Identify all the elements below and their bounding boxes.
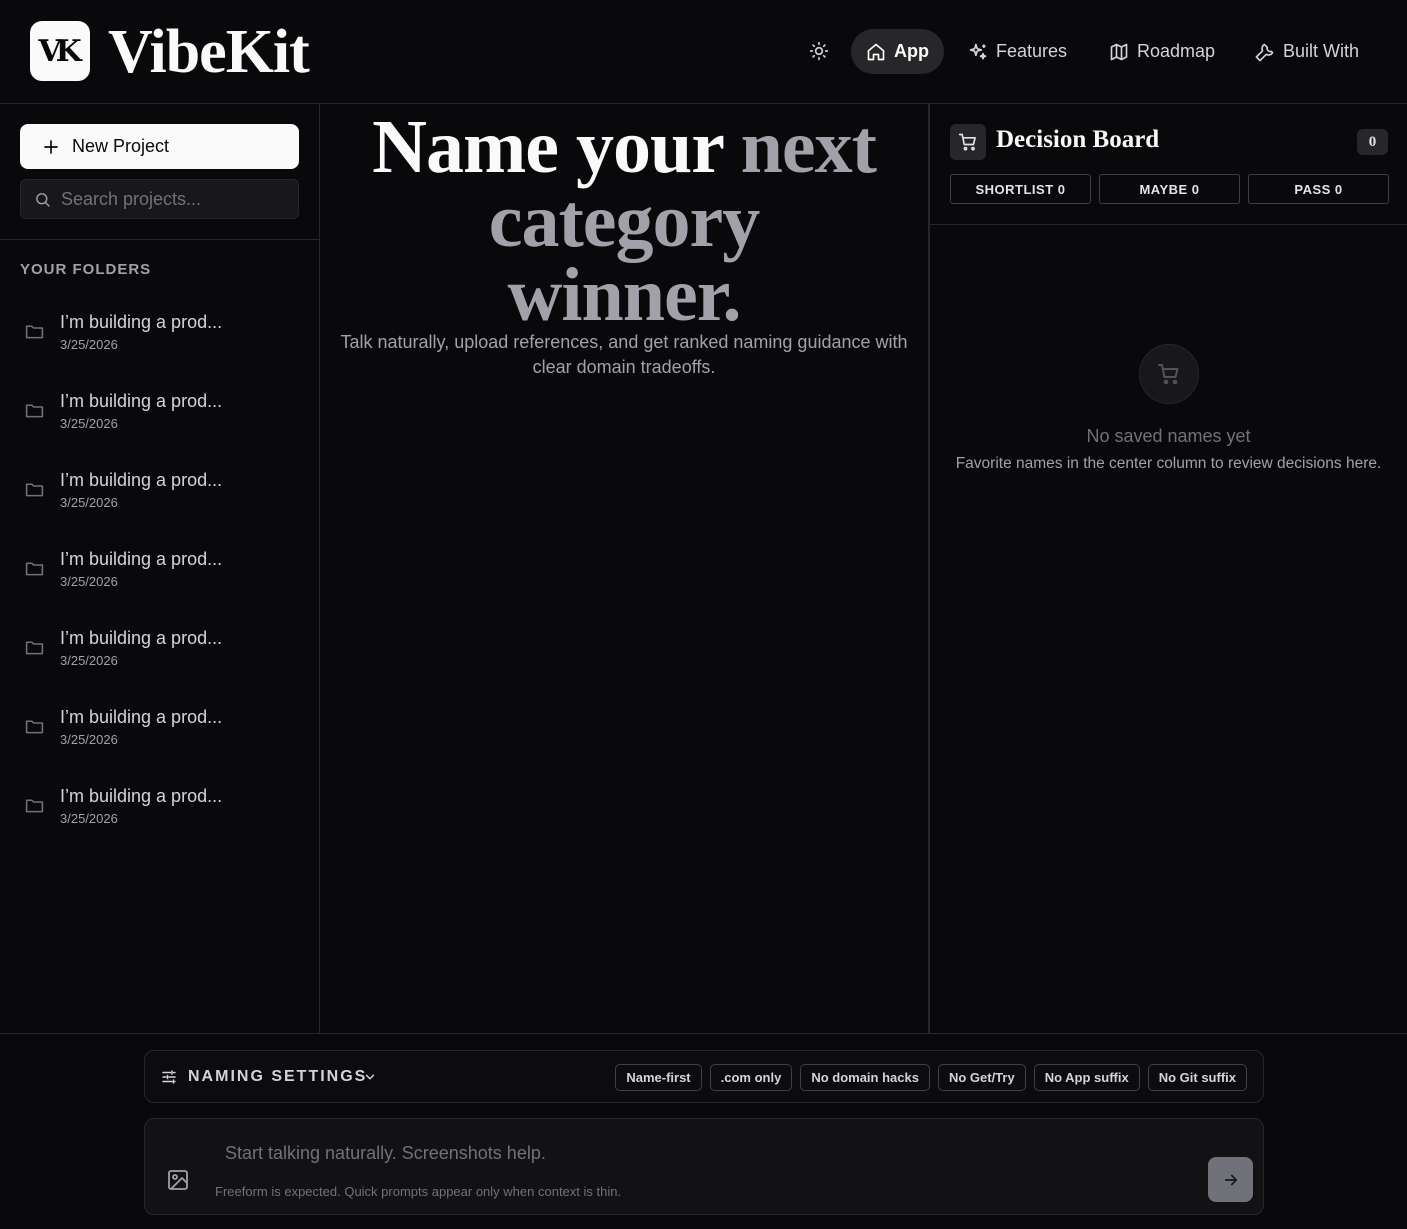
new-project-button[interactable]: New Project xyxy=(20,124,299,169)
hero-subtitle: Talk naturally, upload references, and g… xyxy=(340,332,908,377)
folders-heading: YOUR FOLDERS xyxy=(20,261,152,278)
bottom-bar: NAMING SETTINGS Name-first .com only No … xyxy=(0,1033,1407,1229)
folder-date: 3/25/2026 xyxy=(60,416,118,431)
chip-no-app-suffix[interactable]: No App suffix xyxy=(1033,1064,1140,1091)
chat-composer: Freeform is expected. Quick prompts appe… xyxy=(144,1118,1264,1215)
chip-no-get-try[interactable]: No Get/Try xyxy=(937,1064,1026,1091)
search-box[interactable] xyxy=(20,179,299,219)
folder-title: I’m building a prod... xyxy=(60,628,223,648)
nav-roadmap[interactable]: Roadmap xyxy=(1094,29,1230,74)
cart-icon xyxy=(1158,364,1179,385)
chip-no-domain-hacks[interactable]: No domain hacks xyxy=(800,1064,930,1091)
tab-pass[interactable]: PASS 0 xyxy=(1248,174,1389,204)
folder-icon xyxy=(25,325,44,339)
board-divider xyxy=(930,224,1407,225)
main-content: Name your next category winner. Talk nat… xyxy=(320,104,928,1034)
hero-text-line2: category xyxy=(488,179,761,263)
folder-item[interactable]: I’m building a prod... 3/25/2026 xyxy=(0,539,319,618)
empty-state-title: No saved names yet xyxy=(1086,426,1251,446)
chip-name-first[interactable]: Name-first xyxy=(615,1064,702,1091)
cart-icon xyxy=(958,133,976,151)
folder-item[interactable]: I’m building a prod... 3/25/2026 xyxy=(0,302,319,381)
chevron-down-icon[interactable] xyxy=(363,1070,377,1084)
sliders-icon[interactable] xyxy=(160,1068,178,1086)
folder-date: 3/25/2026 xyxy=(60,495,118,510)
folder-list: I’m building a prod... 3/25/2026 I’m bui… xyxy=(0,302,319,855)
hero-text-white: Name your xyxy=(372,105,741,189)
settings-chips: Name-first .com only No domain hacks No … xyxy=(615,1064,1247,1091)
logo[interactable]: VK xyxy=(30,21,90,81)
folder-date: 3/25/2026 xyxy=(60,811,118,826)
folder-title: I’m building a prod... xyxy=(60,470,223,490)
naming-settings-bar: NAMING SETTINGS Name-first .com only No … xyxy=(144,1050,1264,1103)
map-icon xyxy=(1110,43,1128,60)
chip-no-git-suffix[interactable]: No Git suffix xyxy=(1147,1064,1247,1091)
search-input[interactable] xyxy=(61,188,281,210)
plus-icon xyxy=(44,139,58,154)
logo-mark: VK xyxy=(38,33,81,69)
arrow-right-icon xyxy=(1224,1174,1237,1185)
hero-text-line3: winner. xyxy=(507,253,741,337)
nav-app[interactable]: App xyxy=(851,29,944,74)
empty-state-subtitle: Favorite names in the center column to r… xyxy=(955,455,1382,472)
composer-hint: Freeform is expected. Quick prompts appe… xyxy=(215,1184,622,1199)
sidebar-divider xyxy=(0,239,319,240)
folder-title: I’m building a prod... xyxy=(60,707,223,727)
top-header: VK VibeKit App Features Roadmap Built Wi… xyxy=(0,0,1407,104)
tab-shortlist[interactable]: SHORTLIST 0 xyxy=(950,174,1091,204)
folder-icon xyxy=(25,799,44,813)
folder-title: I’m building a prod... xyxy=(60,549,223,569)
sparkles-icon xyxy=(969,43,987,60)
folder-item[interactable]: I’m building a prod... 3/25/2026 xyxy=(0,381,319,460)
folder-icon xyxy=(25,404,44,418)
chip-com-only[interactable]: .com only xyxy=(709,1064,793,1091)
sidebar: New Project YOUR FOLDERS I’m building a … xyxy=(0,104,320,1034)
board-tabs: SHORTLIST 0 MAYBE 0 PASS 0 xyxy=(950,174,1389,204)
naming-settings-toggle[interactable]: NAMING SETTINGS xyxy=(188,1068,367,1086)
hero-heading: Name your next category winner. xyxy=(320,104,928,333)
empty-state-icon-box xyxy=(1139,344,1199,404)
nav-built-with-label: Built With xyxy=(1283,41,1360,61)
folder-item[interactable]: I’m building a prod... 3/25/2026 xyxy=(0,697,319,776)
hero-text-gray: next xyxy=(740,105,877,189)
new-project-label: New Project xyxy=(72,136,170,156)
nav-app-label: App xyxy=(894,41,929,61)
search-icon xyxy=(36,192,50,207)
folder-icon xyxy=(25,641,44,655)
theme-toggle-button[interactable] xyxy=(804,36,834,66)
nav-built-with[interactable]: Built With xyxy=(1240,29,1374,74)
brand-name[interactable]: VibeKit xyxy=(108,18,310,86)
folder-item[interactable]: I’m building a prod... 3/25/2026 xyxy=(0,618,319,697)
folder-item[interactable]: I’m building a prod... 3/25/2026 xyxy=(0,460,319,539)
send-button[interactable] xyxy=(1208,1157,1253,1202)
board-title: Decision Board xyxy=(996,126,1160,153)
folder-date: 3/25/2026 xyxy=(60,574,118,589)
nav-roadmap-label: Roadmap xyxy=(1137,41,1216,61)
nav-features-label: Features xyxy=(996,41,1068,61)
folder-icon xyxy=(25,720,44,734)
decision-board-panel: Decision Board 0 SHORTLIST 0 MAYBE 0 PAS… xyxy=(928,104,1407,1034)
image-upload-icon[interactable] xyxy=(166,1168,190,1192)
sun-icon xyxy=(809,41,829,61)
message-input[interactable] xyxy=(225,1143,1185,1171)
board-count-badge: 0 xyxy=(1357,129,1388,155)
folder-icon xyxy=(25,483,44,497)
folder-date: 3/25/2026 xyxy=(60,337,118,352)
folder-date: 3/25/2026 xyxy=(60,732,118,747)
home-icon xyxy=(867,43,885,60)
folder-date: 3/25/2026 xyxy=(60,653,118,668)
board-icon-box xyxy=(950,124,986,160)
folder-title: I’m building a prod... xyxy=(60,312,223,332)
folder-icon xyxy=(25,562,44,576)
tab-maybe[interactable]: MAYBE 0 xyxy=(1099,174,1240,204)
folder-title: I’m building a prod... xyxy=(60,786,223,806)
wrench-icon xyxy=(1255,43,1274,61)
folder-item[interactable]: I’m building a prod... 3/25/2026 xyxy=(0,776,319,855)
folder-title: I’m building a prod... xyxy=(60,391,223,411)
nav-features[interactable]: Features xyxy=(953,29,1082,74)
